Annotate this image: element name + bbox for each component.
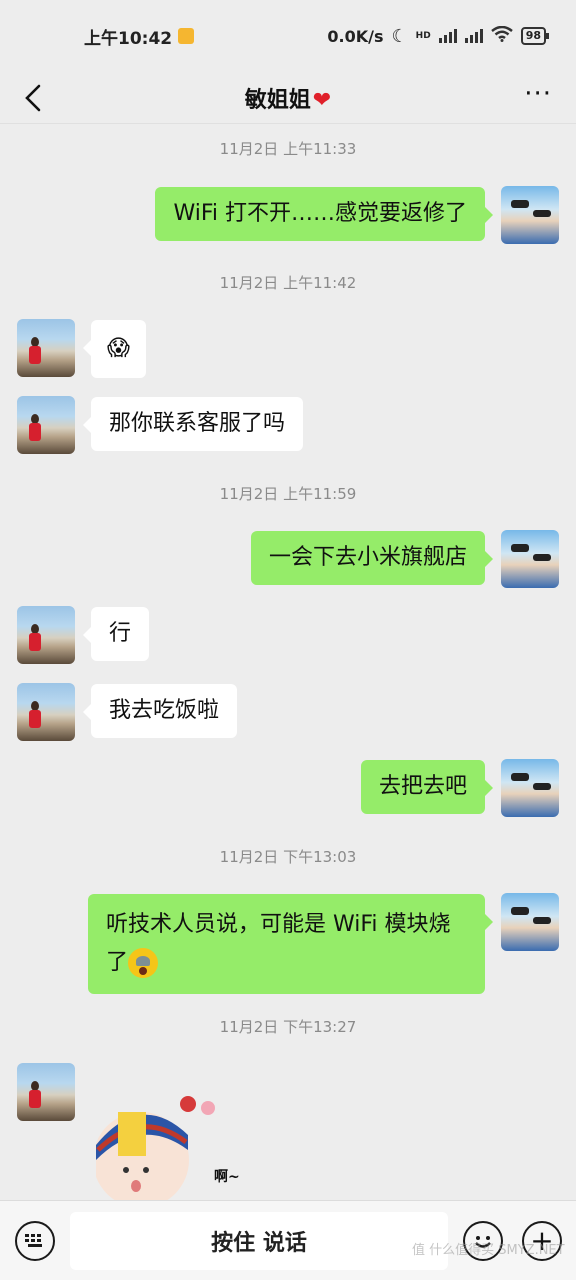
hold-to-talk-button[interactable]: 按住 说话 bbox=[70, 1212, 448, 1270]
avatar[interactable] bbox=[501, 186, 559, 244]
message-bubble[interactable]: 我去吃饭啦 bbox=[82, 684, 238, 738]
sticker[interactable]: 啊~ bbox=[93, 1090, 256, 1208]
avatar[interactable] bbox=[17, 606, 75, 664]
battery-icon: 98 bbox=[520, 27, 550, 45]
keyboard-toggle-button[interactable] bbox=[15, 1221, 55, 1261]
timestamp: 11月2日 上午11:42 bbox=[219, 274, 357, 292]
message-bubble[interactable]: 行 bbox=[82, 607, 150, 661]
timestamp: 11月2日 下午13:27 bbox=[219, 1018, 357, 1036]
chevron-left-icon bbox=[25, 84, 41, 112]
avatar[interactable] bbox=[17, 319, 75, 377]
keyboard-icon bbox=[25, 1234, 42, 1247]
input-bar: 按住 说话 + 值 什么值得买 SMYZ.NET bbox=[0, 1200, 576, 1280]
message-bubble[interactable]: 一会下去小米旗舰店 bbox=[250, 531, 494, 585]
net-speed: 0.0K/s bbox=[327, 26, 384, 46]
message-bubble[interactable]: 😱 bbox=[83, 320, 146, 378]
status-time: 上午10:42 bbox=[84, 28, 173, 49]
heart-icon: ❤ bbox=[312, 87, 332, 113]
message-bubble[interactable]: 听技术人员说，可能是 WiFi 模块烧 了 bbox=[88, 894, 493, 994]
wifi-icon bbox=[490, 25, 513, 46]
message-line: 了 bbox=[106, 944, 467, 982]
signal2-icon bbox=[464, 29, 483, 43]
more-options-button[interactable]: ··· bbox=[524, 81, 552, 107]
signal-icon bbox=[438, 29, 457, 43]
hd-label: HD bbox=[415, 31, 431, 41]
avatar[interactable] bbox=[501, 893, 559, 951]
moon-icon: ☾ bbox=[391, 25, 408, 47]
message-bubble[interactable]: 去把去吧 bbox=[360, 760, 494, 814]
avatar[interactable] bbox=[17, 1063, 75, 1121]
scream-emoji: 😱 bbox=[107, 336, 130, 361]
chat-title: 敏姐姐❤ bbox=[244, 87, 332, 113]
timestamp: 11月2日 上午11:33 bbox=[219, 140, 357, 158]
chat-header: 敏姐姐❤ ··· bbox=[0, 72, 576, 124]
timestamp: 11月2日 上午11:59 bbox=[219, 485, 357, 503]
avatar[interactable] bbox=[501, 530, 559, 588]
message-line: 听技术人员说，可能是 WiFi 模块烧 bbox=[106, 912, 451, 937]
avatar[interactable] bbox=[17, 396, 75, 454]
timestamp: 11月2日 下午13:03 bbox=[219, 848, 357, 866]
status-bar: 上午10:42 0.0K/s ☾ HD 98 bbox=[0, 0, 576, 72]
status-right: 0.0K/s ☾ HD 98 bbox=[327, 25, 550, 47]
sticker-text: 啊~ bbox=[214, 1169, 240, 1185]
watermark: 值 什么值得买 SMYZ.NET bbox=[412, 1243, 565, 1258]
avatar[interactable] bbox=[17, 683, 75, 741]
notification-icon bbox=[178, 28, 195, 44]
back-button[interactable] bbox=[18, 80, 54, 116]
laugh-cry-emoji bbox=[128, 948, 159, 978]
message-bubble[interactable]: WiFi 打不开……感觉要返修了 bbox=[155, 187, 493, 241]
message-bubble[interactable]: 那你联系客服了吗 bbox=[82, 397, 304, 451]
avatar[interactable] bbox=[501, 759, 559, 817]
